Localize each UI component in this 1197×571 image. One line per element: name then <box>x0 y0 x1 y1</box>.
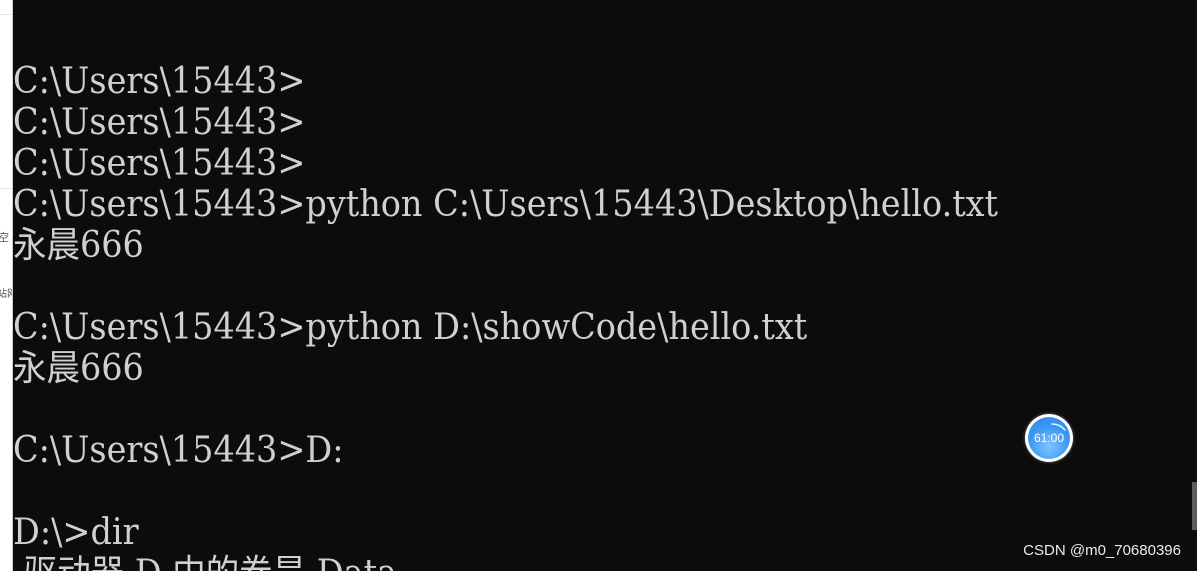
timer-icon: 61:00 <box>1028 417 1070 459</box>
scrollbar-thumb[interactable] <box>1192 482 1197 530</box>
console-line: 永晨666 <box>13 225 144 266</box>
console-line: C:\Users\15443> <box>13 143 306 184</box>
divider <box>0 188 12 189</box>
console-output[interactable]: C:\Users\15443> C:\Users\15443> C:\Users… <box>13 61 1072 571</box>
console-line: C:\Users\15443> <box>13 102 306 143</box>
console-line: C:\Users\15443> <box>13 61 306 102</box>
console-line: 驱动器 D 中的卷是 Data <box>13 553 998 571</box>
background-text-fragment: 站网 <box>0 289 12 301</box>
console-line: C:\Users\15443>python D:\showCode\hello.… <box>13 307 808 348</box>
divider <box>0 14 12 15</box>
console-line: C:\Users\15443>python C:\Users\15443\Des… <box>13 184 999 225</box>
floating-timer-button[interactable]: 61:00 <box>1025 414 1073 462</box>
csdn-watermark: CSDN @m0_70680396 <box>1023 542 1181 559</box>
console-line: C:\Users\15443>D: <box>13 430 344 471</box>
console-line: 永晨666 <box>13 348 144 389</box>
timer-value: 61:00 <box>1033 431 1065 445</box>
console-line: D:\>dir <box>13 512 139 553</box>
background-window-edge: 空 站网 <box>0 0 13 571</box>
screen: 空 站网 C:\Users\15443> C:\Users\15443> C:\… <box>0 0 1197 571</box>
background-text-fragment: 空 <box>0 232 9 244</box>
